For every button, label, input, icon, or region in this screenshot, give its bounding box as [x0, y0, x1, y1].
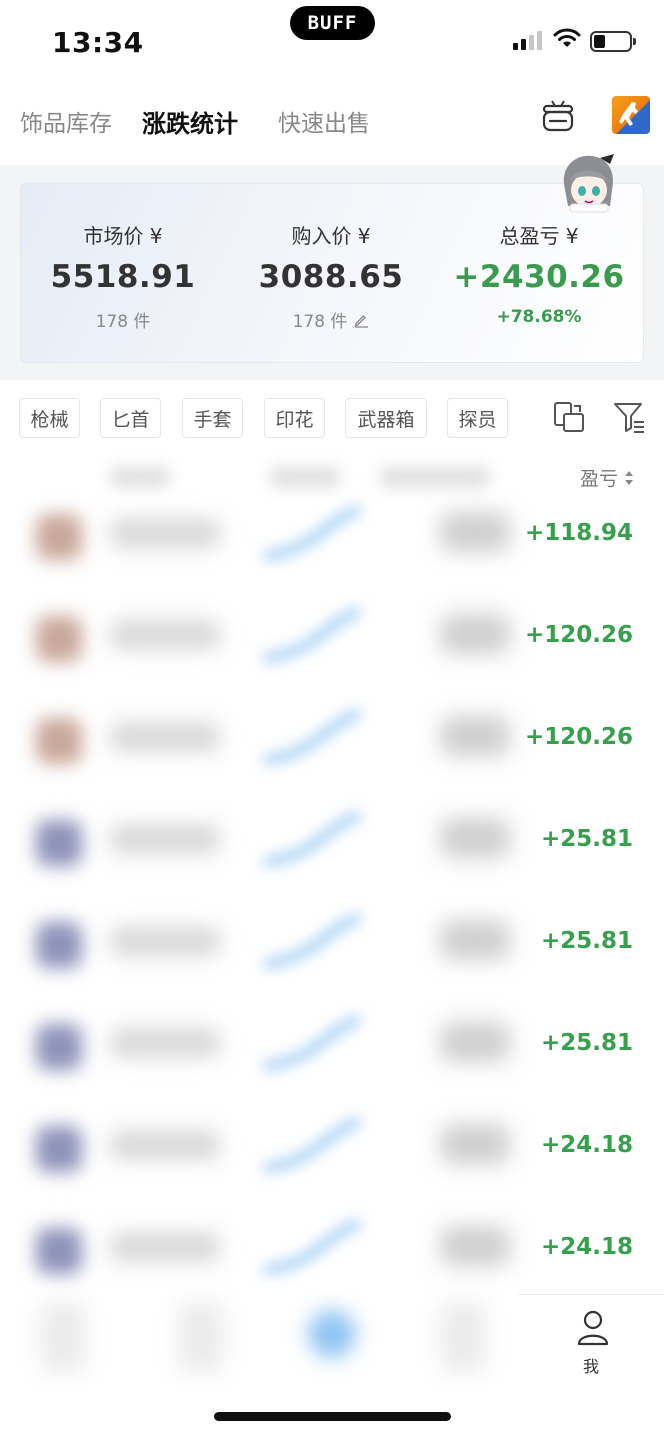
item-price-blurred — [440, 920, 510, 960]
tab-price-stats[interactable]: 涨跌统计 — [142, 104, 238, 139]
item-name-blurred — [110, 1130, 220, 1160]
item-profit-value: +24.18 — [540, 1234, 633, 1260]
top-tab-bar: 饰品库存 涨跌统计 快速出售 — [0, 96, 664, 146]
purchase-count-row[interactable]: 178 件 — [293, 307, 370, 332]
item-thumbnail-blurred — [36, 820, 82, 866]
status-bar: 13:34 BUFF — [0, 0, 664, 90]
wifi-icon — [553, 28, 581, 47]
market-price-label: 市场价 ¥ — [83, 224, 163, 248]
price-trend-sparkline-blurred — [263, 1220, 361, 1274]
mascot-avatar-icon[interactable] — [556, 150, 622, 216]
market-item-count: 178 件 — [95, 312, 151, 332]
item-row[interactable]: +25.81 — [0, 992, 664, 1094]
item-thumbnail-blurred — [36, 718, 82, 764]
item-profit-value: +24.18 — [540, 1132, 633, 1158]
cellular-signal-icon — [513, 30, 545, 50]
item-row[interactable]: +25.81 — [0, 788, 664, 890]
screen: 13:34 BUFF 饰品库存 涨跌统计 快速出售 市场价 ¥ 5518.91 … — [0, 0, 664, 1436]
purchase-item-count: 178 件 — [292, 312, 348, 332]
profit-percent-row: +78.68% — [496, 307, 581, 327]
item-profit-value: +118.94 — [524, 520, 633, 546]
item-thumbnail-blurred — [36, 922, 82, 968]
item-profit-value: +120.26 — [524, 724, 633, 750]
item-row[interactable]: +118.94 — [0, 482, 664, 584]
battery-icon — [590, 31, 636, 52]
item-price-blurred — [440, 1124, 510, 1164]
item-name-blurred — [110, 824, 220, 854]
chip-guns[interactable]: 枪械 — [19, 398, 80, 438]
item-row[interactable]: +25.81 — [0, 890, 664, 992]
item-price-blurred — [440, 1022, 510, 1062]
item-row[interactable]: +120.26 — [0, 686, 664, 788]
item-price-blurred — [440, 818, 510, 858]
price-trend-sparkline-blurred — [263, 1016, 361, 1070]
item-name-blurred — [110, 1232, 220, 1262]
item-price-blurred — [440, 512, 510, 552]
price-trend-sparkline-blurred — [263, 506, 361, 560]
item-profit-value: +25.81 — [540, 826, 633, 852]
price-trend-sparkline-blurred — [263, 1118, 361, 1172]
chip-gloves[interactable]: 手套 — [182, 398, 243, 438]
item-price-blurred — [440, 614, 510, 654]
display-mode-switch-icon[interactable] — [552, 400, 586, 434]
cs-game-switch-icon[interactable] — [612, 96, 650, 134]
item-thumbnail-blurred — [36, 514, 82, 560]
chip-stickers[interactable]: 印花 — [264, 398, 325, 438]
dynamic-island-buff-logo: BUFF — [290, 6, 375, 40]
item-list: +118.94 +120.26 +120.26 +25.81 +25.81 +25.81 +… — [0, 482, 664, 1298]
item-price-blurred — [440, 1226, 510, 1266]
chip-cases[interactable]: 武器箱 — [345, 398, 427, 438]
total-profit-stat: 总盈亏 ¥ +2430.26 +78.68% — [439, 220, 639, 327]
price-trend-sparkline-blurred — [263, 812, 361, 866]
item-name-blurred — [110, 1028, 220, 1058]
summary-card: 市场价 ¥ 5518.91 178 件 购入价 ¥ 3088.65 178 件 … — [20, 183, 644, 363]
nav-item-blurred-accent[interactable] — [308, 1310, 356, 1358]
item-price-blurred — [440, 716, 510, 756]
market-price-stat: 市场价 ¥ 5518.91 178 件 — [23, 220, 223, 332]
person-profile-icon — [577, 1310, 609, 1346]
category-filter-bar: 枪械 匕首 手套 印花 武器箱 探员 — [0, 398, 664, 442]
purchase-price-stat: 购入价 ¥ 3088.65 178 件 — [231, 220, 431, 332]
item-row[interactable]: +24.18 — [0, 1094, 664, 1196]
robot-assistant-icon[interactable] — [540, 98, 576, 134]
item-name-blurred — [110, 620, 220, 650]
item-name-blurred — [110, 722, 220, 752]
chip-knives[interactable]: 匕首 — [100, 398, 161, 438]
price-trend-sparkline-blurred — [263, 608, 361, 662]
total-profit-value: +2430.26 — [453, 259, 625, 295]
home-indicator[interactable] — [214, 1412, 451, 1421]
nav-item-blurred[interactable] — [440, 1302, 486, 1372]
price-trend-sparkline-blurred — [263, 710, 361, 764]
item-name-blurred — [110, 926, 220, 956]
nav-item-me[interactable]: 我 — [518, 1294, 664, 1394]
total-profit-label: 总盈亏 ¥ — [499, 224, 579, 248]
item-thumbnail-blurred — [36, 1024, 82, 1070]
tab-inventory[interactable]: 饰品库存 — [20, 104, 112, 138]
nav-me-label: 我 — [582, 1357, 599, 1376]
item-name-blurred — [110, 518, 220, 548]
item-thumbnail-blurred — [36, 1228, 82, 1274]
market-count-row: 178 件 — [96, 307, 151, 332]
item-profit-value: +25.81 — [540, 1030, 633, 1056]
market-price-value: 5518.91 — [50, 259, 196, 295]
bottom-nav-bar: 我 — [0, 1294, 664, 1394]
price-trend-sparkline-blurred — [263, 914, 361, 968]
filter-icon[interactable] — [612, 400, 646, 434]
item-profit-value: +120.26 — [524, 622, 633, 648]
item-thumbnail-blurred — [36, 616, 82, 662]
item-row[interactable]: +120.26 — [0, 584, 664, 686]
total-profit-percent: +78.68% — [496, 307, 582, 327]
purchase-price-value: 3088.65 — [258, 259, 404, 295]
nav-item-blurred[interactable] — [178, 1302, 224, 1372]
item-row[interactable]: +24.18 — [0, 1196, 664, 1298]
status-time: 13:34 — [52, 26, 144, 59]
nav-item-blurred[interactable] — [40, 1302, 86, 1372]
purchase-price-label: 购入价 ¥ — [291, 224, 371, 248]
item-profit-value: +25.81 — [540, 928, 633, 954]
chip-agents[interactable]: 探员 — [447, 398, 508, 438]
edit-pencil-icon[interactable] — [353, 312, 369, 328]
tab-quick-sell[interactable]: 快速出售 — [278, 104, 370, 138]
item-thumbnail-blurred — [36, 1126, 82, 1172]
